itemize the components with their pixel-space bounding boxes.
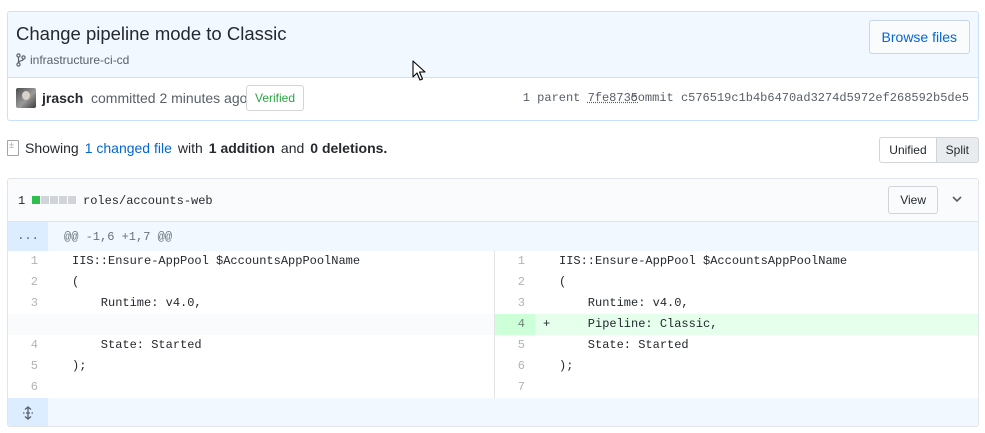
right-line-number[interactable]: 7 [495,377,535,398]
diff-row: 4 State: Started 5 State: Started [8,335,978,356]
diff-rows: 1 IIS::Ensure-AppPool $AccountsAppPoolNa… [8,251,978,398]
diff-row: 6 7 [8,377,978,398]
commit-sha: commit c576519c1b4b6470ad3274d5972ef2685… [631,91,969,105]
left-line-number[interactable]: 3 [8,293,48,314]
deletions-count: 0 deletions. [310,140,388,156]
parent-info: 1 parent 7fe8735 [523,91,638,105]
right-side-added: 4 + Pipeline: Classic, [494,314,978,335]
changed-files-link[interactable]: 1 changed file [85,140,172,156]
right-side: 2 ( [494,272,978,293]
committed-time: committed 2 minutes ago [91,90,248,106]
additions-count: 1 addition [208,140,275,156]
diffstat-neutral-block [68,196,76,204]
expand-footer [8,398,978,426]
right-line-number[interactable]: 4 [495,314,535,335]
view-file-button[interactable]: View [888,186,938,214]
mouse-cursor-icon [412,60,426,81]
left-side: 1 IIS::Ensure-AppPool $AccountsAppPoolNa… [8,251,494,272]
right-code: Pipeline: Classic, [559,317,718,331]
hunk-header: ... @@ -1,6 +1,7 @@ [8,222,978,251]
branch-label[interactable]: infrastructure-ci-cd [16,53,129,67]
diffstat-added-block [32,196,40,204]
right-code: Runtime: v4.0, [559,296,689,310]
file-diff-icon [7,140,19,156]
diff-row: 2 ( 2 ( [8,272,978,293]
chevron-down-icon[interactable] [950,192,964,206]
right-side: 5 State: Started [494,335,978,356]
summary-showing: Showing [25,140,79,156]
left-code: ( [72,275,80,289]
left-code: State: Started [72,338,202,352]
diffstat-neutral-block [59,196,67,204]
avatar[interactable] [16,88,36,108]
verified-badge[interactable]: Verified [246,85,305,111]
summary-and: and [280,140,305,156]
addition-marker: + [543,317,551,331]
left-code [48,377,494,398]
left-code: ); [72,359,87,373]
commit-title-bar: Change pipeline mode to Classic infrastr… [8,12,978,78]
expand-up-button[interactable]: ... [8,222,48,251]
right-side: 7 [494,377,978,398]
left-code: Runtime: v4.0, [72,296,202,310]
author-link[interactable]: jrasch [42,90,83,106]
parent-label: 1 parent [522,91,581,105]
left-side: 4 State: Started [8,335,494,356]
right-line-number[interactable]: 2 [495,272,535,293]
left-line-number[interactable]: 4 [8,335,48,356]
right-code: IIS::Ensure-AppPool $AccountsAppPoolName [559,254,848,268]
left-side-empty [8,314,494,335]
unified-button[interactable]: Unified [879,137,936,163]
commit-title: Change pipeline mode to Classic [16,23,287,44]
commit-sha-value: c576519c1b4b6470ad3274d5972ef268592b5de5 [680,91,969,105]
browse-files-button[interactable]: Browse files [868,20,970,54]
unfold-icon-glyph [23,405,33,420]
right-side: 3 Runtime: v4.0, [494,293,978,314]
diff-row: 1 IIS::Ensure-AppPool $AccountsAppPoolNa… [8,251,978,272]
split-button[interactable]: Split [935,137,979,163]
branch-name[interactable]: infrastructure-ci-cd [30,53,129,67]
commit-meta: jrasch committed 2 minutes ago Verified … [8,78,978,120]
right-line-number[interactable]: 1 [495,251,535,272]
diff-row-added: 4 + Pipeline: Classic, [8,314,978,335]
diff-row: 3 Runtime: v4.0, 3 Runtime: v4.0, [8,293,978,314]
right-code: ); [559,359,574,373]
left-code: IIS::Ensure-AppPool $AccountsAppPoolName [72,254,361,268]
view-mode-toggle: Unified Split [879,137,979,163]
commit-label: commit [630,91,674,105]
left-code [48,314,494,335]
diff-row: 5 ); 6 ); [8,356,978,377]
diffstat-neutral-block [41,196,49,204]
hunk-range: @@ -1,6 +1,7 @@ [64,230,173,244]
file-change-count: 1 [18,194,26,208]
file-header: 1 roles/accounts-web View [8,179,978,222]
diff-summary: Showing 1 changed file with 1 addition a… [7,140,387,156]
right-side: 6 ); [494,356,978,377]
commit-header: Change pipeline mode to Classic infrastr… [7,11,979,121]
left-line-number[interactable]: 5 [8,356,48,377]
left-line-number[interactable]: 2 [8,272,48,293]
left-line-number[interactable]: 1 [8,251,48,272]
file-path[interactable]: roles/accounts-web [83,194,213,208]
diffstat-neutral-block [50,196,58,204]
left-side: 6 [8,377,494,398]
right-line-number[interactable]: 6 [495,356,535,377]
unfold-icon[interactable] [8,398,48,426]
right-line-number[interactable]: 5 [495,335,535,356]
right-line-number[interactable]: 3 [495,293,535,314]
file-diff: 1 roles/accounts-web View ... @@ -1,6 +1… [7,178,979,427]
git-branch-icon [16,53,26,67]
summary-with: with [177,140,203,156]
right-code [535,377,978,398]
left-line-number[interactable]: 6 [8,377,48,398]
right-code: State: Started [559,338,689,352]
right-code: ( [559,275,567,289]
left-side: 3 Runtime: v4.0, [8,293,494,314]
left-side: 5 ); [8,356,494,377]
left-line-number [8,314,48,335]
left-side: 2 ( [8,272,494,293]
diffstat [32,196,76,204]
right-side: 1 IIS::Ensure-AppPool $AccountsAppPoolNa… [494,251,978,272]
